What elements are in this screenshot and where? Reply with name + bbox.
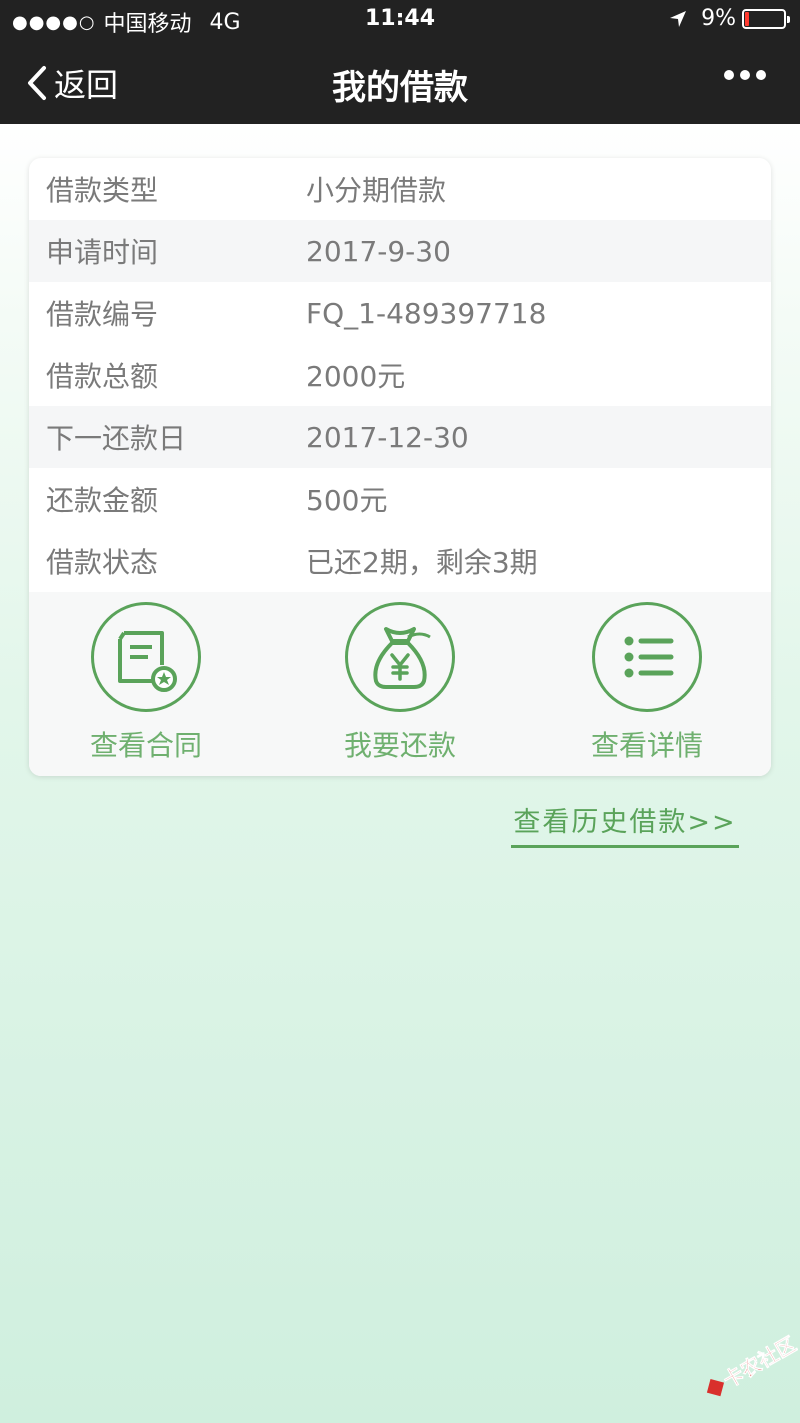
svg-text:卡农社区: 卡农社区 [719, 1332, 798, 1393]
view-history-link[interactable]: 查看历史借款>> [511, 800, 739, 848]
list-icon [624, 636, 674, 678]
view-details-button[interactable]: 查看详情 [557, 602, 737, 772]
detail-row-loan-status: 借款状态 已还2期，剩余3期 [29, 530, 771, 592]
action-label: 我要还款 [343, 729, 456, 762]
action-circle [91, 602, 201, 712]
detail-label: 借款总额 [46, 360, 159, 393]
detail-value: 小分期借款 [306, 174, 447, 207]
repay-button[interactable]: 我要还款 [310, 602, 490, 772]
watermark-logo: 卡农社区 [706, 1331, 798, 1397]
detail-label: 下一还款日 [46, 422, 187, 455]
detail-row-apply-time: 申请时间 2017-9-30 [29, 220, 771, 282]
detail-row-repayment-amount: 还款金额 500元 [29, 468, 771, 530]
page-title: 我的借款 [332, 68, 468, 108]
more-dot-icon [740, 70, 750, 80]
detail-row-total-amount: 借款总额 2000元 [29, 344, 771, 406]
top-bar: ●●●●○ 中国移动 4G 11:44 9% 返回 我的借款 [0, 0, 800, 124]
detail-value: FQ_1-489397718 [306, 296, 547, 330]
detail-label: 借款编号 [46, 298, 159, 331]
detail-value: 2017-9-30 [306, 234, 451, 268]
view-contract-button[interactable]: 查看合同 [56, 602, 236, 772]
detail-label: 借款类型 [46, 174, 159, 207]
detail-row-loan-number: 借款编号 FQ_1-489397718 [29, 282, 771, 344]
detail-value: 500元 [306, 484, 388, 517]
detail-row-next-due-date: 下一还款日 2017-12-30 [29, 406, 771, 468]
detail-row-loan-type: 借款类型 小分期借款 [29, 158, 771, 220]
more-options-button[interactable] [724, 70, 766, 80]
detail-value: 2017-12-30 [306, 420, 469, 454]
action-circle [592, 602, 702, 712]
detail-label: 还款金额 [46, 484, 159, 517]
action-label: 查看详情 [590, 729, 703, 762]
contract-icon [118, 631, 177, 692]
detail-value: 已还2期，剩余3期 [306, 546, 538, 579]
more-dot-icon [724, 70, 734, 80]
status-bar: ●●●●○ 中国移动 4G 11:44 9% [0, 0, 800, 42]
location-arrow-icon [670, 10, 687, 27]
status-right: 9% [667, 6, 790, 31]
action-circle [345, 602, 455, 712]
money-bag-icon [373, 627, 431, 689]
detail-label: 借款状态 [46, 546, 159, 579]
detail-label: 申请时间 [46, 236, 159, 269]
loan-card: 借款类型 小分期借款 申请时间 2017-9-30 借款编号 FQ_1-4893… [29, 158, 771, 776]
battery-icon [742, 8, 790, 29]
detail-value: 2000元 [306, 360, 406, 393]
action-bar: 查看合同 我要还款 查看详情 [29, 592, 771, 776]
more-dot-icon [756, 70, 766, 80]
action-label: 查看合同 [89, 729, 202, 762]
battery-percentage: 9% [701, 6, 736, 31]
nav-bar: 返回 我的借款 [0, 42, 800, 124]
